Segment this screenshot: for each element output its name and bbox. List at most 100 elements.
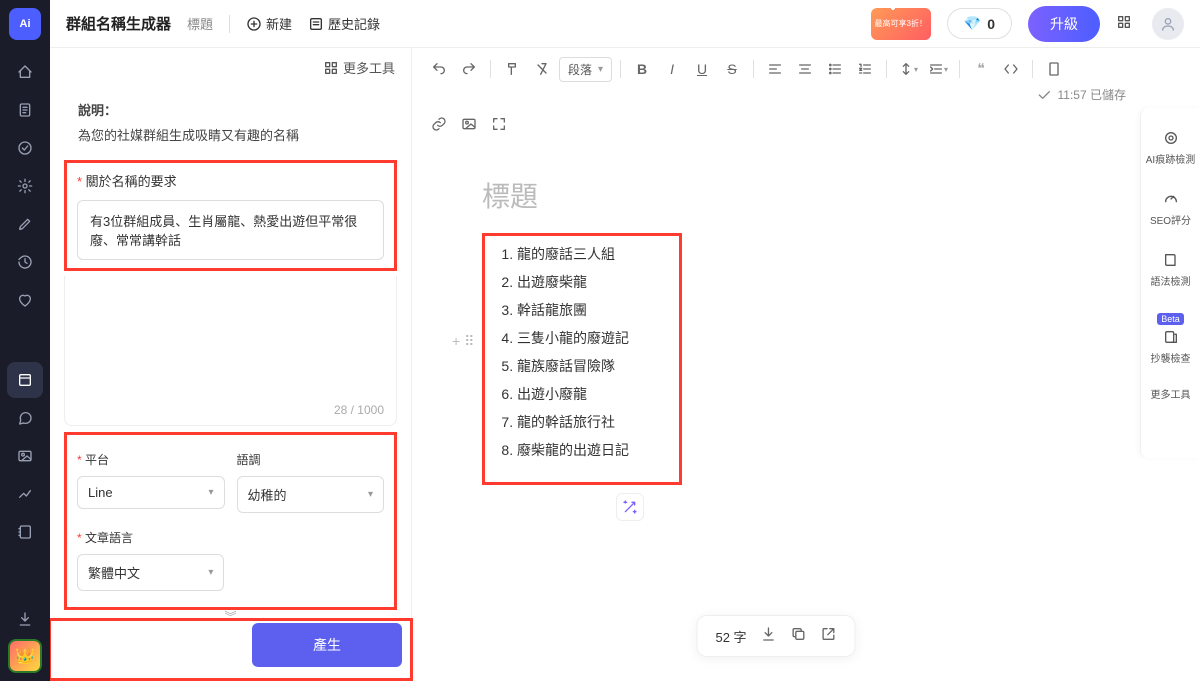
crown-icon[interactable]: 👑 — [8, 639, 42, 673]
download-icon[interactable] — [7, 601, 43, 637]
language-value: 繁體中文 — [88, 563, 140, 582]
requirements-input[interactable]: 有3位群組成員、生肖屬龍、熱愛出遊但平常很廢、常常講幹話 — [77, 200, 384, 260]
history-button[interactable]: 歷史記錄 — [308, 14, 380, 33]
book-icon — [1163, 252, 1179, 273]
line-height-icon[interactable]: ▾ — [895, 56, 921, 82]
redo-button[interactable] — [456, 56, 482, 82]
generate-button[interactable]: 產生 — [252, 623, 402, 667]
home-icon[interactable] — [7, 54, 43, 90]
tone-select[interactable]: 幼稚的 ▾ — [237, 476, 385, 513]
chevron-down-icon: ▾ — [208, 487, 213, 498]
chat-icon[interactable] — [7, 400, 43, 436]
underline-button[interactable]: U — [689, 56, 715, 82]
copy-icon[interactable] — [791, 626, 807, 646]
description-box: 說明： 為您的社媒群組生成吸睛又有趣的名稱 — [64, 87, 397, 160]
chevron-down-icon: ▾ — [208, 567, 213, 578]
gauge-icon — [1163, 191, 1179, 212]
code-icon[interactable] — [998, 56, 1024, 82]
ai-detect-label: AI痕跡檢測 — [1146, 155, 1195, 167]
pencil-icon[interactable] — [7, 206, 43, 242]
undo-button[interactable] — [426, 56, 452, 82]
new-label: 新建 — [266, 14, 292, 33]
indent-icon[interactable]: ▾ — [925, 56, 951, 82]
result-item[interactable]: 龍的廢話三人組 — [517, 240, 667, 268]
document-icon[interactable] — [7, 92, 43, 128]
grid-icon — [323, 60, 339, 76]
result-item[interactable]: 龍族廢話冒險隊 — [517, 352, 667, 380]
plagiarism-button[interactable]: Beta 抄襲檢查 — [1141, 303, 1200, 376]
language-label: 文章語言 — [77, 529, 224, 546]
avatar[interactable] — [1152, 8, 1184, 40]
template-icon[interactable] — [7, 362, 43, 398]
diamond-icon: 💎 — [964, 15, 981, 32]
editor-body[interactable]: 標題 + ⠿ 龍的廢話三人組出遊廢柴龍幹話龍旅團三隻小龍的廢遊記龍族廢話冒險隊出… — [412, 145, 1140, 681]
requirements-textarea[interactable]: 28 / 1000 — [64, 276, 397, 426]
more-tools-button[interactable]: 更多工具 — [323, 58, 395, 77]
editor-panel: 段落▾ B I U S ▾ ▾ ❝ — [412, 48, 1140, 681]
main-area: 群組名稱生成器 標題 新建 歷史記錄 最高可享3折！ 💎 0 升級 更多工具 — [50, 0, 1200, 681]
share-icon[interactable] — [7, 476, 43, 512]
image-icon[interactable] — [7, 438, 43, 474]
history-icon[interactable] — [7, 244, 43, 280]
config-panel: 更多工具 說明： 為您的社媒群組生成吸睛又有趣的名稱 關於名稱的要求 有3位群組… — [50, 48, 412, 681]
tone-value: 幼稚的 — [248, 485, 287, 504]
link-icon[interactable] — [426, 111, 452, 137]
diamond-value: 0 — [987, 16, 995, 32]
editor-toolbar: 段落▾ B I U S ▾ ▾ ❝ — [412, 48, 1140, 111]
align-center-icon[interactable] — [792, 56, 818, 82]
result-item[interactable]: 出遊廢柴龍 — [517, 268, 667, 296]
check-icon[interactable] — [7, 130, 43, 166]
magic-button[interactable] — [616, 493, 644, 521]
result-item[interactable]: 龍的幹話旅行社 — [517, 408, 667, 436]
notebook-icon[interactable] — [7, 514, 43, 550]
more-tools-right[interactable]: 更多工具 — [1141, 380, 1200, 412]
page-icon[interactable] — [1041, 56, 1067, 82]
tone-label: 語調 — [237, 451, 385, 468]
result-item[interactable]: 幹話龍旅團 — [517, 296, 667, 324]
desc-label: 說明： — [78, 99, 383, 122]
char-count: 28 / 1000 — [334, 403, 384, 417]
download-icon[interactable] — [761, 626, 777, 646]
grammar-button[interactable]: 語法檢測 — [1141, 242, 1200, 299]
doc-title[interactable]: 標題 — [187, 14, 213, 33]
ai-detect-button[interactable]: AI痕跡檢測 — [1141, 120, 1200, 177]
promo-badge[interactable]: 最高可享3折！ — [871, 8, 931, 40]
format-paint-icon[interactable] — [499, 56, 525, 82]
app-logo[interactable]: Ai — [9, 8, 41, 40]
quote-icon[interactable]: ❝ — [968, 56, 994, 82]
requirements-section: 關於名稱的要求 有3位群組成員、生肖屬龍、熱愛出遊但平常很廢、常常講幹話 — [64, 160, 397, 271]
image-insert-icon[interactable] — [456, 111, 482, 137]
plagiarism-label: 抄襲檢查 — [1151, 354, 1191, 366]
clear-format-icon[interactable] — [529, 56, 555, 82]
paragraph-select[interactable]: 段落▾ — [559, 57, 612, 82]
open-icon[interactable] — [821, 626, 837, 646]
new-button[interactable]: 新建 — [246, 14, 292, 33]
strike-button[interactable]: S — [719, 56, 745, 82]
seo-button[interactable]: SEO評分 — [1141, 181, 1200, 238]
collapse-icon[interactable]: ︾ — [224, 608, 236, 625]
result-item[interactable]: 三隻小龍的廢遊記 — [517, 324, 667, 352]
result-list[interactable]: 龍的廢話三人組出遊廢柴龍幹話龍旅團三隻小龍的廢遊記龍族廢話冒險隊出遊小廢龍龍的幹… — [497, 240, 667, 464]
list-ul-icon[interactable] — [822, 56, 848, 82]
list-ol-icon[interactable] — [852, 56, 878, 82]
more-tools-label: 更多工具 — [343, 58, 395, 77]
upgrade-button[interactable]: 升級 — [1028, 6, 1100, 42]
title-placeholder[interactable]: 標題 — [482, 175, 1070, 215]
result-item[interactable]: 出遊小廢龍 — [517, 380, 667, 408]
italic-button[interactable]: I — [659, 56, 685, 82]
diamond-count[interactable]: 💎 0 — [947, 8, 1012, 39]
history-label: 歷史記錄 — [328, 14, 380, 33]
add-block-handle[interactable]: + ⠿ — [452, 333, 474, 350]
bold-button[interactable]: B — [629, 56, 655, 82]
desc-text: 為您的社媒群組生成吸睛又有趣的名稱 — [78, 124, 383, 147]
apps-icon[interactable] — [1116, 14, 1136, 34]
language-select[interactable]: 繁體中文 ▾ — [77, 554, 224, 591]
align-left-icon[interactable] — [762, 56, 788, 82]
fullscreen-icon[interactable] — [486, 111, 512, 137]
heart-icon[interactable] — [7, 282, 43, 318]
platform-select[interactable]: Line ▾ — [77, 476, 225, 509]
gear-icon[interactable] — [7, 168, 43, 204]
divider — [229, 15, 230, 33]
app-title: 群組名稱生成器 — [66, 13, 171, 34]
result-item[interactable]: 廢柴龍的出遊日記 — [517, 436, 667, 464]
